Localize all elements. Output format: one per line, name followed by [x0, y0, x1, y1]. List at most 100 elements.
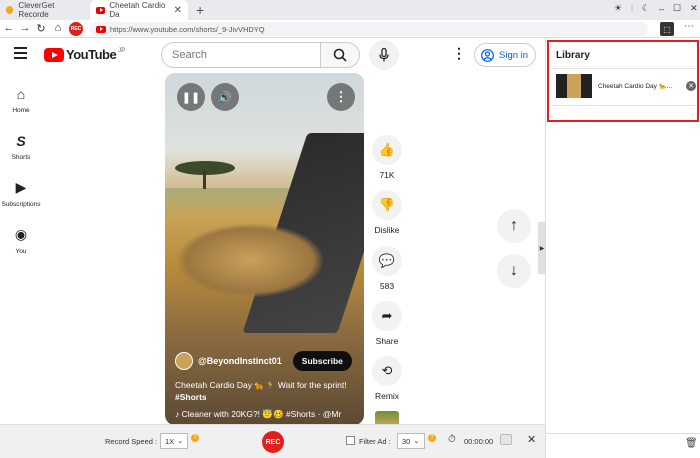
- tab-cleverget[interactable]: CleverGet Recorde: [0, 0, 88, 20]
- subscribe-button[interactable]: Subscribe: [292, 351, 352, 371]
- rec-badge[interactable]: REC: [69, 22, 83, 36]
- filter-ad-label: Filter Ad :: [359, 437, 391, 446]
- account-icon: [481, 48, 494, 62]
- maximize-button[interactable]: ☐: [673, 3, 681, 14]
- shorts-video-player[interactable]: ❚❚ 🔊 ⋮ @BeyondInstinct01 Subscribe Cheet…: [165, 73, 364, 425]
- back-icon[interactable]: ←: [2, 22, 16, 34]
- youtube-header: YouTube JP Search ⋮ Sign in: [0, 38, 545, 72]
- library-item-title: Cheetah Cardio Day 🐆...: [598, 83, 673, 90]
- extension-icon[interactable]: ⬚: [660, 22, 674, 36]
- comments-button[interactable]: 💬 583: [371, 246, 403, 291]
- library-item[interactable]: Cheetah Cardio Day 🐆... ✕: [556, 73, 696, 99]
- you-icon: ◉: [14, 226, 28, 242]
- url-bar[interactable]: https://www.youtube.com/shorts/_9-JivVHD…: [90, 22, 648, 36]
- divider: [552, 105, 696, 106]
- library-title: Library: [556, 50, 590, 61]
- reload-icon[interactable]: ↻: [34, 22, 48, 35]
- record-speed-select[interactable]: 1X ⌄: [160, 433, 188, 449]
- help-icon[interactable]: ?: [428, 434, 436, 442]
- next-video-button[interactable]: ↓: [497, 254, 531, 288]
- youtube-favicon-icon: [96, 6, 106, 14]
- cleverget-icon: [6, 6, 14, 14]
- thumbs-down-icon: 👎: [372, 190, 402, 220]
- video-hashtag[interactable]: #Shorts: [175, 392, 207, 402]
- share-button[interactable]: ➦ Share: [371, 301, 403, 346]
- sign-in-label: Sign in: [499, 49, 529, 61]
- home-icon[interactable]: ⌂: [51, 22, 65, 34]
- sidebar-item-shorts[interactable]: S Shorts: [0, 133, 42, 161]
- sidebar-item-home[interactable]: ⌂ Home: [0, 86, 42, 114]
- subscriptions-icon: ▶: [15, 179, 27, 195]
- record-speed-value: 1X: [165, 436, 175, 446]
- sidebar-item-subscriptions[interactable]: ▶ Subscriptions: [0, 179, 42, 208]
- home-icon: ⌂: [16, 86, 26, 102]
- record-bar: Record Speed : 1X ⌄ ? REC Filter Ad : 30…: [0, 424, 545, 458]
- video-title-text: Cheetah Cardio Day 🐆🏃 Wait for the sprin…: [175, 380, 347, 390]
- sound-thumbnail[interactable]: [375, 411, 399, 425]
- pause-icon: ❚❚: [181, 91, 201, 104]
- remix-button[interactable]: ⟲ Remix: [371, 356, 403, 401]
- volume-button[interactable]: 🔊: [211, 83, 239, 111]
- remove-item-icon[interactable]: ✕: [686, 81, 696, 91]
- sidebar-item-label: Shorts: [11, 154, 31, 161]
- url-text: https://www.youtube.com/shorts/_9-JivVHD…: [110, 24, 265, 34]
- sidebar-item-label: Subscriptions: [1, 201, 41, 208]
- like-button[interactable]: 👍 71K: [371, 135, 403, 180]
- address-bar: ← → ↻ ⌂ REC https://www.youtube.com/shor…: [0, 20, 700, 38]
- sidebar-item-label: You: [15, 248, 27, 255]
- forward-icon[interactable]: →: [18, 22, 32, 34]
- previous-video-button[interactable]: ↑: [497, 209, 531, 243]
- acacia-trunk: [203, 171, 206, 189]
- menu-dots-icon[interactable]: ⋯: [684, 21, 694, 32]
- tab-label: CleverGet Recorde: [18, 1, 55, 19]
- help-icon[interactable]: ?: [191, 434, 199, 442]
- hamburger-menu-icon[interactable]: [14, 47, 27, 59]
- record-timer: 00:00:00: [464, 437, 494, 446]
- video-description[interactable]: ♪ Cleaner with 20KG?! 😇🥴 #Shorts · @Mr: [175, 409, 364, 420]
- more-options-icon[interactable]: ⋮: [452, 46, 466, 60]
- divider: [546, 433, 700, 434]
- comment-icon: 💬: [372, 246, 402, 276]
- youtube-logo[interactable]: YouTube JP: [44, 47, 125, 62]
- record-button[interactable]: REC: [262, 431, 284, 453]
- close-record-bar-icon[interactable]: ✕: [527, 433, 536, 446]
- close-window-button[interactable]: ✕: [690, 3, 698, 14]
- screenshot-icon[interactable]: [500, 434, 512, 445]
- arrow-down-icon: ↓: [510, 262, 518, 279]
- minimize-button[interactable]: –: [659, 4, 664, 14]
- tab-label: Cheetah Cardio Da: [109, 1, 166, 19]
- filter-ad-select[interactable]: 30 ⌄: [397, 433, 425, 449]
- shorts-icon: S: [16, 133, 26, 149]
- moon-icon[interactable]: ☾: [642, 3, 650, 14]
- stopwatch-icon: ⏱: [448, 434, 456, 445]
- comment-count: 583: [379, 281, 395, 291]
- trash-icon[interactable]: 🗑: [685, 438, 698, 449]
- sign-in-button[interactable]: Sign in: [474, 43, 536, 67]
- share-icon: ➦: [372, 301, 402, 331]
- channel-name[interactable]: @BeyondInstinct01: [198, 356, 282, 366]
- search-input[interactable]: Search: [161, 42, 321, 68]
- video-more-button[interactable]: ⋮: [327, 83, 355, 111]
- search-placeholder: Search: [172, 49, 207, 61]
- channel-avatar[interactable]: [175, 352, 193, 370]
- dislike-button[interactable]: 👎 Dislike: [371, 190, 403, 235]
- video-thumbnail: [556, 74, 592, 98]
- thumbs-up-icon: 👍: [372, 135, 402, 165]
- sidebar-item-you[interactable]: ◉ You: [0, 226, 42, 255]
- tab-cheetah[interactable]: Cheetah Cardio Da ✕: [90, 0, 188, 20]
- youtube-logo-text: YouTube: [66, 47, 117, 62]
- theme-toggle-icon[interactable]: ☀: [614, 3, 622, 14]
- search-icon: [333, 48, 347, 62]
- voice-search-button[interactable]: [369, 40, 399, 70]
- like-count: 71K: [379, 170, 395, 180]
- pause-button[interactable]: ❚❚: [177, 83, 205, 111]
- search-button[interactable]: [320, 42, 360, 68]
- share-label: Share: [375, 336, 399, 346]
- chevron-down-icon: ⌄: [413, 438, 420, 445]
- filter-ad-checkbox[interactable]: [346, 436, 355, 445]
- dislike-label: Dislike: [374, 225, 400, 235]
- close-tab-icon[interactable]: ✕: [174, 5, 182, 16]
- new-tab-button[interactable]: +: [196, 2, 204, 18]
- arrow-up-icon: ↑: [510, 217, 518, 234]
- more-options-icon: ⋮: [334, 89, 348, 104]
